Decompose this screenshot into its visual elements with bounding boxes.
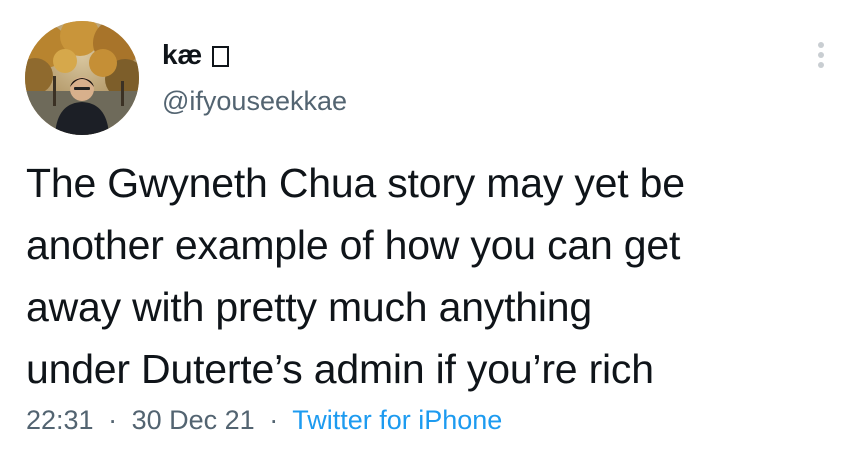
display-name[interactable]: kæ <box>162 39 202 71</box>
author-name-row: kæ <box>162 38 230 72</box>
meta-separator: · <box>108 405 118 435</box>
missing-glyph-box-icon <box>212 45 230 67</box>
tweet-meta: 22:31 · 30 Dec 21 · Twitter for iPhone <box>26 405 502 436</box>
tweet-date[interactable]: 30 Dec 21 <box>132 405 255 435</box>
user-handle[interactable]: @ifyouseekkae <box>162 86 347 117</box>
more-dot <box>818 62 824 68</box>
avatar[interactable] <box>25 21 139 135</box>
tweet-text: The Gwyneth Chua story may yet be anothe… <box>26 160 685 392</box>
more-vertical-icon[interactable] <box>806 38 836 72</box>
meta-separator: · <box>269 405 279 435</box>
tweet-card: kæ @ifyouseekkae The Gwyneth Chua story … <box>0 0 864 458</box>
avatar-photo-icon <box>25 21 139 135</box>
more-dot <box>818 52 824 58</box>
tweet-time[interactable]: 22:31 <box>26 405 94 435</box>
more-dot <box>818 42 824 48</box>
tweet-source-link[interactable]: Twitter for iPhone <box>292 405 502 435</box>
